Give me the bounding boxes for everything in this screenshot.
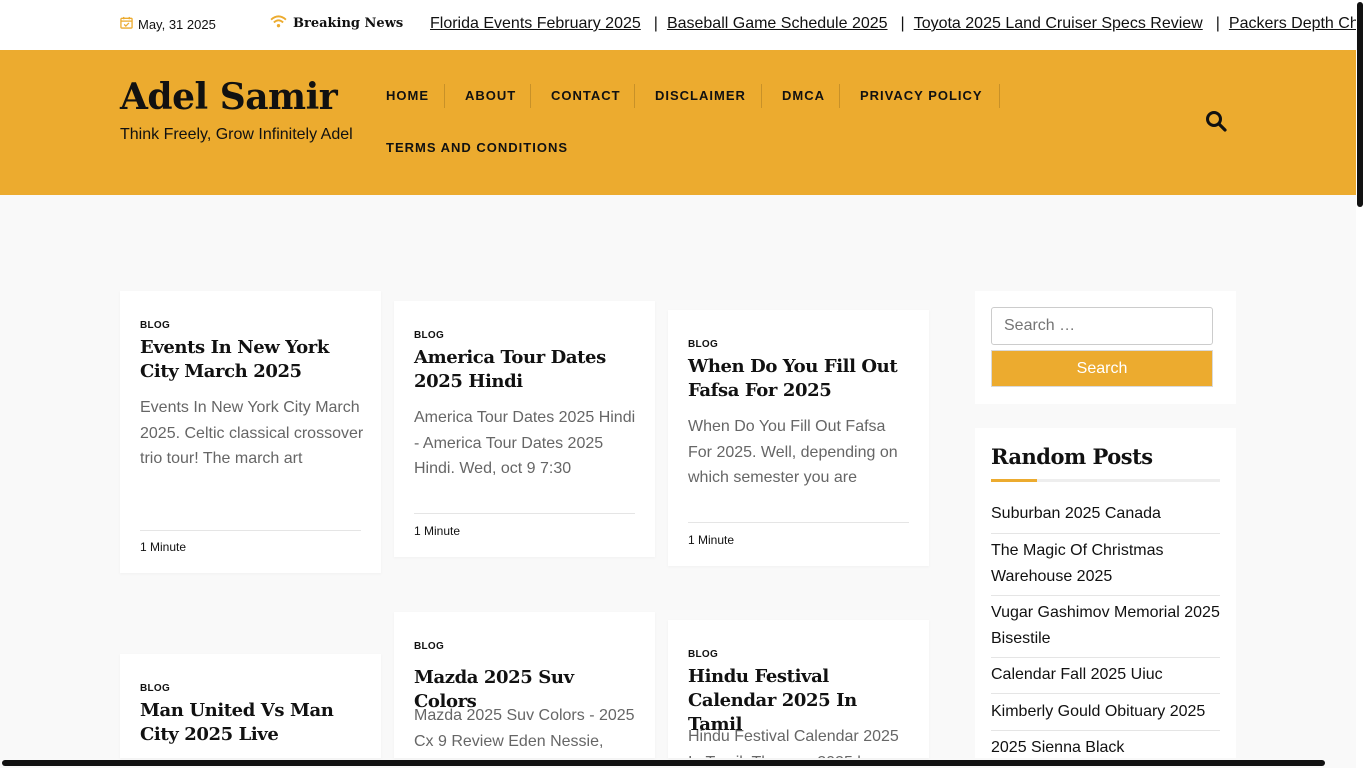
ticker-separator: | xyxy=(1215,15,1220,32)
search-input[interactable] xyxy=(991,307,1213,345)
post-category[interactable]: BLOG xyxy=(140,683,170,694)
nav-divider xyxy=(634,84,635,108)
post-excerpt: Mazda 2025 Suv Colors - 2025 Cx 9 Review… xyxy=(414,707,635,750)
random-post-divider xyxy=(991,730,1220,731)
post-category[interactable]: BLOG xyxy=(140,320,170,331)
post-category[interactable]: BLOG xyxy=(414,641,444,652)
random-post-link[interactable]: Vugar Gashimov Memorial 2025 Bisestile xyxy=(991,600,1220,651)
random-post-link[interactable]: Suburban 2025 Canada xyxy=(991,501,1220,527)
post-card: BLOG Mazda 2025 Suv Colors Mazda 2025 Su… xyxy=(394,612,655,758)
news-ticker: Florida Events February 2025 | Baseball G… xyxy=(430,15,1359,33)
post-excerpt: Hindu Festival Calendar 2025 In Tamil. T… xyxy=(688,728,899,758)
ticker-separator: | xyxy=(900,15,905,32)
card-divider xyxy=(414,513,635,514)
search-button[interactable]: Search xyxy=(991,350,1213,387)
date-text: May, 31 2025 xyxy=(138,16,216,32)
post-title[interactable]: When Do You Fill Out Fafsa For 2025 xyxy=(688,355,913,403)
post-excerpt: America Tour Dates 2025 Hindi - America … xyxy=(414,409,636,477)
horizontal-scrollbar-thumb[interactable] xyxy=(2,760,1325,766)
post-category[interactable]: BLOG xyxy=(414,330,444,341)
post-title[interactable]: Events In New York City March 2025 xyxy=(140,336,365,384)
post-title[interactable]: America Tour Dates 2025 Hindi xyxy=(414,346,639,394)
post-card: BLOG Events In New York City March 2025 … xyxy=(120,291,381,573)
search-widget: Search xyxy=(975,291,1236,404)
nav-divider xyxy=(530,84,531,108)
random-post-link[interactable]: The Magic Of Christmas Warehouse 2025 xyxy=(991,538,1220,589)
post-title[interactable]: Man United Vs Man City 2025 Live xyxy=(140,699,365,747)
random-post-divider xyxy=(991,595,1220,596)
site-tagline: Think Freely, Grow Infinitely Adel xyxy=(120,126,353,143)
title-underline-accent xyxy=(991,479,1037,482)
ticker-link[interactable]: Baseball Game Schedule 2025 xyxy=(667,15,888,33)
random-post-divider xyxy=(991,693,1220,694)
ticker-link[interactable]: Packers Depth Ch xyxy=(1229,15,1359,33)
nav-disclaimer[interactable]: DISCLAIMER xyxy=(655,88,746,103)
horizontal-scrollbar[interactable] xyxy=(0,758,1356,768)
post-read-time: 1 Minute xyxy=(414,524,461,538)
nav-divider xyxy=(999,84,1000,108)
breaking-news-text: Breaking News xyxy=(293,16,404,31)
random-post-link[interactable]: Kimberly Gould Obituary 2025 xyxy=(991,699,1220,725)
site-header: Adel Samir Think Freely, Grow Infinitely… xyxy=(0,50,1356,195)
top-bar: May, 31 2025 Breaking News Florida Event… xyxy=(0,0,1366,50)
nav-home[interactable]: HOME xyxy=(386,88,429,103)
nav-contact[interactable]: CONTACT xyxy=(551,88,621,103)
post-excerpt: When Do You Fill Out Fafsa For 2025. Wel… xyxy=(688,418,898,486)
post-read-time: 1 Minute xyxy=(688,533,735,547)
post-card: BLOG When Do You Fill Out Fafsa For 2025… xyxy=(668,310,929,566)
post-read-time: 1 Minute xyxy=(140,540,187,554)
vertical-scrollbar[interactable] xyxy=(1356,0,1366,768)
random-post-divider xyxy=(991,533,1220,534)
vertical-scrollbar-thumb[interactable] xyxy=(1357,2,1363,207)
post-card: BLOG America Tour Dates 2025 Hindi Ameri… xyxy=(394,301,655,557)
site-title[interactable]: Adel Samir xyxy=(120,76,338,118)
nav-about[interactable]: ABOUT xyxy=(465,88,516,103)
nav-privacy-policy[interactable]: PRIVACY POLICY xyxy=(860,88,983,103)
nav-dmca[interactable]: DMCA xyxy=(782,88,825,103)
post-card: BLOG Man United Vs Man City 2025 Live xyxy=(120,654,381,758)
nav-divider xyxy=(839,84,840,108)
random-posts-widget: Random Posts Suburban 2025 Canada The Ma… xyxy=(975,428,1236,758)
date-display: May, 31 2025 xyxy=(120,16,216,32)
calendar-check-icon xyxy=(120,16,133,32)
nav-divider xyxy=(761,84,762,108)
random-post-link[interactable]: Calendar Fall 2025 Uiuc xyxy=(991,662,1220,688)
search-icon xyxy=(1204,111,1228,137)
card-divider xyxy=(140,530,361,531)
nav-divider xyxy=(444,84,445,108)
ticker-link[interactable]: Florida Events February 2025 xyxy=(430,15,641,33)
post-excerpt: Events In New York City March 2025. Celt… xyxy=(140,399,364,467)
card-divider xyxy=(688,522,909,523)
ticker-separator: | xyxy=(653,15,658,32)
header-search-button[interactable] xyxy=(1204,109,1228,133)
title-underline xyxy=(991,479,1220,482)
post-category[interactable]: BLOG xyxy=(688,339,718,350)
ticker-link[interactable]: Toyota 2025 Land Cruiser Specs Review xyxy=(914,15,1203,33)
post-card: BLOG Hindu Festival Calendar 2025 In Tam… xyxy=(668,620,929,758)
nav-terms[interactable]: TERMS AND CONDITIONS xyxy=(386,140,568,155)
post-category[interactable]: BLOG xyxy=(688,649,718,660)
breaking-news-label: Breaking News xyxy=(270,15,403,32)
wifi-icon xyxy=(270,15,287,32)
random-post-link[interactable]: 2025 Sienna Black xyxy=(991,735,1220,758)
random-post-divider xyxy=(991,657,1220,658)
random-posts-title: Random Posts xyxy=(991,444,1153,469)
